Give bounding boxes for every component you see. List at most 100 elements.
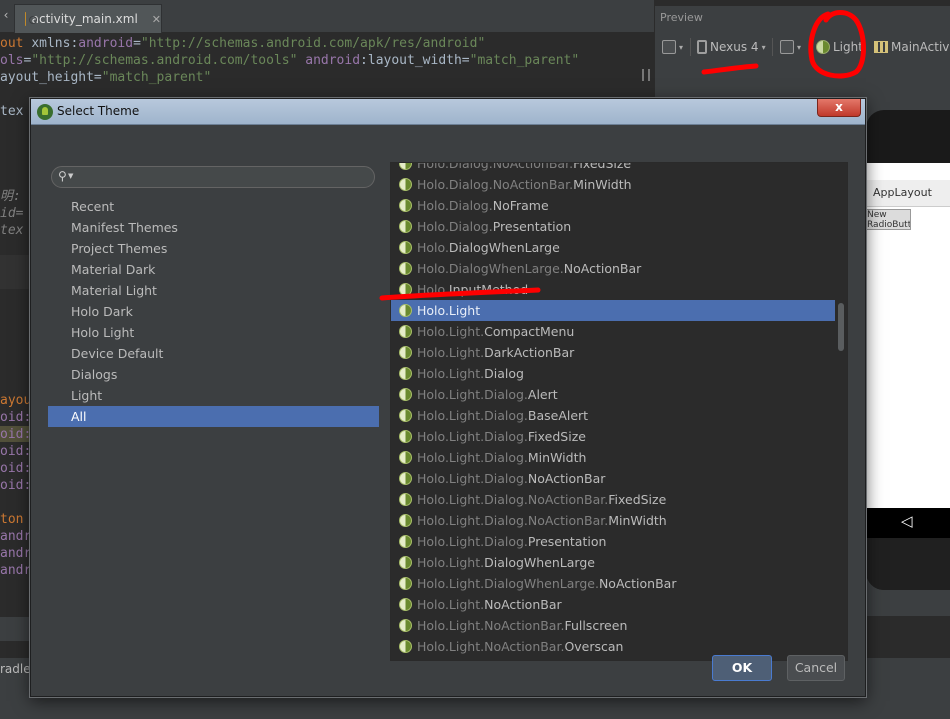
- theme-list-item[interactable]: Holo.Dialog.NoActionBar.FixedSize: [391, 162, 835, 174]
- search-icon[interactable]: ⚲: [58, 169, 67, 183]
- theme-list-item[interactable]: Holo.Light: [391, 300, 835, 321]
- theme-list-item[interactable]: Holo.InputMethod: [391, 279, 835, 300]
- theme-list-item[interactable]: Holo.Light.CompactMenu: [391, 321, 835, 342]
- theme-name: Holo.Light.Dialog.NoActionBar: [417, 468, 605, 489]
- editor-split-handle[interactable]: [642, 69, 650, 81]
- theme-name: Holo.Dialog.NoFrame: [417, 195, 549, 216]
- chevron-down-icon: ▾: [797, 42, 802, 52]
- theme-name-prefix: Holo.Light.: [417, 345, 485, 360]
- category-item-all[interactable]: All: [48, 406, 379, 427]
- theme-list-item[interactable]: Holo.Light.Dialog.Presentation: [391, 531, 835, 552]
- theme-list: Holo.Dialog.NoActionBar.FixedSize Holo.Di…: [390, 162, 848, 661]
- code-token: "match_parent": [469, 53, 580, 68]
- theme-icon: [399, 535, 412, 548]
- theme-name-leaf: MinWidth: [527, 450, 587, 465]
- category-item-material-dark[interactable]: Material Dark: [48, 259, 379, 280]
- dialog-title-bar[interactable]: Select Theme x: [31, 99, 865, 125]
- theme-search-input[interactable]: [78, 168, 368, 186]
- tab-scroll-left-icon[interactable]: ‹: [0, 8, 12, 26]
- code-line: oid:: [0, 426, 31, 443]
- theme-name-leaf: MinWidth: [608, 513, 667, 528]
- editor-tab-activity-main[interactable]: activity_main.xml ✕: [14, 4, 162, 33]
- render-options-button[interactable]: ▾: [662, 36, 683, 58]
- theme-icon: [399, 640, 412, 653]
- theme-icon: [399, 514, 412, 527]
- category-item-light[interactable]: Light: [48, 385, 379, 406]
- theme-list-item[interactable]: Holo.DialogWhenLarge.NoActionBar: [391, 258, 835, 279]
- theme-list-scroll-thumb[interactable]: [838, 303, 844, 351]
- theme-name-leaf: InputMethod: [448, 282, 529, 297]
- theme-list-scrollbar[interactable]: [836, 163, 847, 660]
- theme-list-item[interactable]: Holo.Light.Dialog.NoActionBar.FixedSize: [391, 489, 835, 510]
- category-item-recent[interactable]: Recent: [48, 196, 379, 217]
- category-item-project-themes[interactable]: Project Themes: [48, 238, 379, 259]
- close-tab-icon[interactable]: ✕: [152, 13, 161, 26]
- category-item-manifest-themes[interactable]: Manifest Themes: [48, 217, 379, 238]
- theme-name-prefix: Holo.Light.Dialog.NoActionBar.: [417, 492, 609, 507]
- theme-list-item[interactable]: Holo.Light.Dialog.NoActionBar.MinWidth: [391, 510, 835, 531]
- device-widget-preview[interactable]: New RadioButton Button: [866, 209, 911, 230]
- theme-list-item[interactable]: Holo.Light.Dialog.BaseAlert: [391, 405, 835, 426]
- theme-name: Holo.Light.Dialog.MinWidth: [417, 447, 586, 468]
- code-token: tex: [0, 223, 24, 238]
- theme-name-leaf: Presentation: [527, 534, 607, 549]
- orientation-selector[interactable]: ▾: [780, 36, 801, 58]
- code-token: oid:: [0, 444, 32, 459]
- theme-icon: [399, 472, 412, 485]
- cancel-button[interactable]: Cancel: [787, 655, 845, 681]
- theme-name-leaf: FixedSize: [608, 492, 667, 507]
- ok-button[interactable]: OK: [712, 655, 772, 681]
- theme-category-list: Recent Manifest Themes Project Themes Mater…: [48, 196, 381, 660]
- theme-name: Holo.Light.Dialog: [417, 363, 524, 384]
- search-history-chevron-icon[interactable]: ▼: [68, 172, 73, 180]
- theme-icon: [816, 40, 830, 54]
- theme-list-item[interactable]: Holo.Dialog.NoActionBar.MinWidth: [391, 174, 835, 195]
- code-line: id=: [0, 205, 23, 222]
- render-icon: [662, 40, 676, 54]
- theme-name: Holo.Light: [417, 300, 480, 321]
- theme-search-box[interactable]: ⚲ ▼: [51, 166, 375, 188]
- theme-name: Holo.Light.NoActionBar.Overscan: [417, 636, 623, 657]
- theme-list-item[interactable]: Holo.Light.Dialog: [391, 363, 835, 384]
- dialog-close-button[interactable]: x: [817, 99, 861, 117]
- theme-list-item[interactable]: Holo.Light.DialogWhenLarge.NoActionBar: [391, 573, 835, 594]
- theme-name: Holo.Light.Dialog.NoActionBar.FixedSize: [417, 489, 666, 510]
- theme-list-item[interactable]: Holo.Light.DialogWhenLarge: [391, 552, 835, 573]
- theme-list-item[interactable]: Holo.Light.Dialog.FixedSize: [391, 426, 835, 447]
- theme-list-item[interactable]: Holo.Light.Dialog.MinWidth: [391, 447, 835, 468]
- theme-name: Holo.Dialog.NoActionBar.MinWidth: [417, 174, 632, 195]
- category-item-material-light[interactable]: Material Light: [48, 280, 379, 301]
- theme-list-item[interactable]: Holo.Light.NoActionBar: [391, 594, 835, 615]
- theme-list-item[interactable]: Holo.Light.NoActionBar.Fullscreen: [391, 615, 835, 636]
- gradle-tool-label[interactable]: radle: [0, 662, 31, 676]
- code-token: oid:: [0, 478, 32, 493]
- theme-name-prefix: Holo.Light.Dialog.: [417, 429, 528, 444]
- theme-name-prefix: Holo.Dialog.: [417, 198, 493, 213]
- category-item-holo-light[interactable]: Holo Light: [48, 322, 379, 343]
- theme-name-leaf: FixedSize: [527, 429, 586, 444]
- device-selector[interactable]: Nexus 4 ▾: [697, 36, 766, 58]
- theme-list-item[interactable]: Holo.Dialog.NoFrame: [391, 195, 835, 216]
- theme-list-item[interactable]: Holo.DialogWhenLarge: [391, 237, 835, 258]
- theme-selector[interactable]: Light: [816, 36, 863, 58]
- code-line: ayou: [0, 392, 31, 409]
- theme-list-item[interactable]: Holo.Light.Dialog.Alert: [391, 384, 835, 405]
- code-token: ayout_height=: [0, 70, 102, 85]
- theme-icon: [399, 262, 412, 275]
- category-item-holo-dark[interactable]: Holo Dark: [48, 301, 379, 322]
- theme-list-item[interactable]: Holo.Light.NoActionBar.Overscan: [391, 636, 835, 657]
- theme-name-leaf: NoActionBar: [527, 471, 606, 486]
- code-token: ayou: [0, 393, 32, 408]
- theme-list-item[interactable]: Holo.Dialog.Presentation: [391, 216, 835, 237]
- activity-selector[interactable]: MainActivit: [874, 36, 950, 58]
- category-item-device-default[interactable]: Device Default: [48, 343, 379, 364]
- code-token: ols: [0, 53, 24, 68]
- theme-list-item[interactable]: Holo.Light.DarkActionBar: [391, 342, 835, 363]
- theme-name-prefix: Holo.Dialog.: [417, 219, 493, 234]
- theme-selector-label: Light: [833, 40, 863, 54]
- theme-list-item[interactable]: Holo.Light.Dialog.NoActionBar: [391, 468, 835, 489]
- theme-name-prefix: Holo.Light.NoActionBar.: [417, 618, 565, 633]
- category-item-dialogs[interactable]: Dialogs: [48, 364, 379, 385]
- theme-name-leaf: DarkActionBar: [484, 345, 575, 360]
- theme-name-leaf: FixedSize: [573, 162, 632, 171]
